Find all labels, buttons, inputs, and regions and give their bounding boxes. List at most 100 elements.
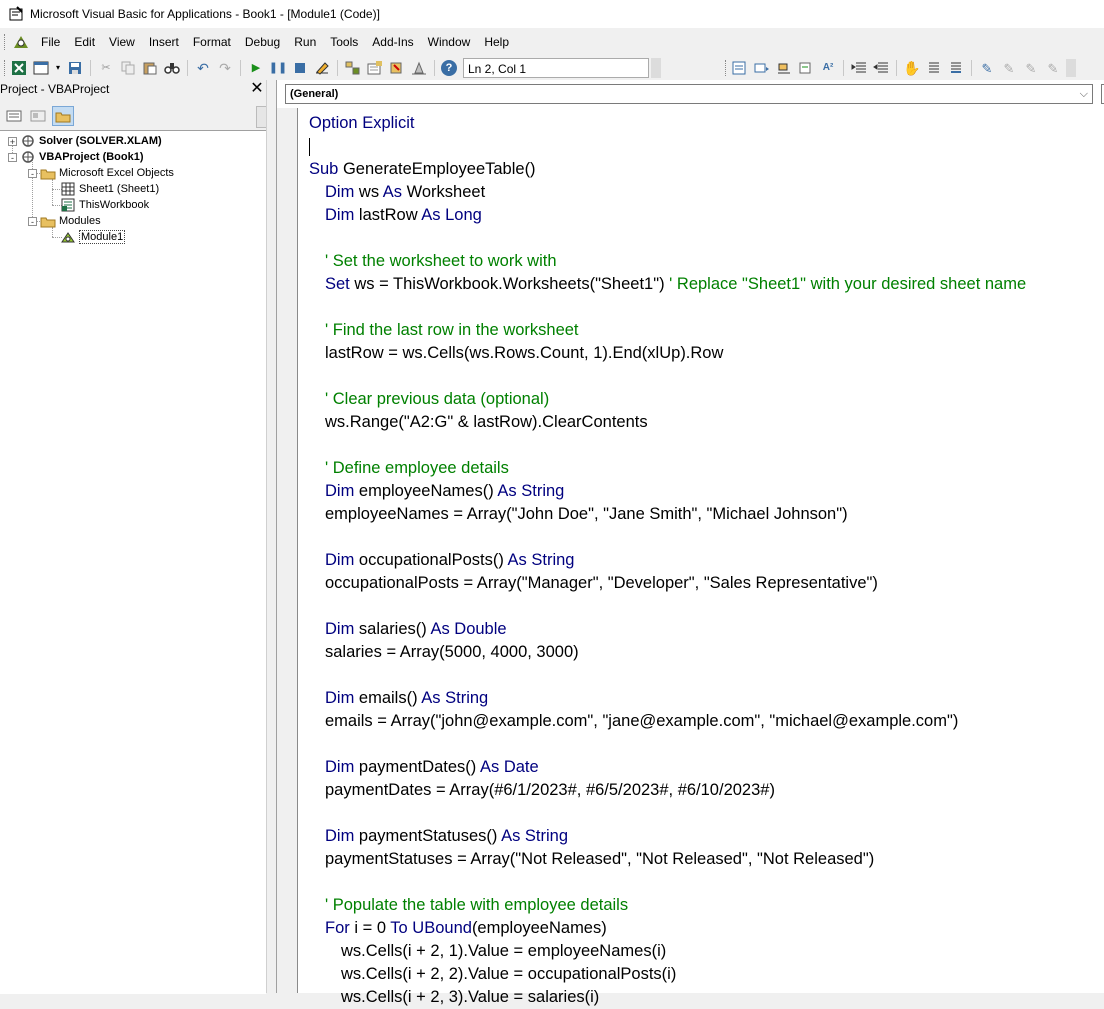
code-line[interactable]: ws.Range("A2:G" & lastRow).ClearContents: [309, 411, 1104, 434]
tree-expander[interactable]: +: [8, 137, 17, 147]
toggle-bookmark-icon[interactable]: ✎: [978, 60, 996, 76]
code-line[interactable]: [309, 871, 1104, 894]
code-line[interactable]: employeeNames = Array("John Doe", "Jane …: [309, 503, 1104, 526]
object-combo[interactable]: (General) ⌵: [285, 84, 1093, 104]
toolbar-overflow[interactable]: [651, 58, 661, 78]
list-properties-icon[interactable]: [731, 60, 749, 76]
clear-bookmarks-icon[interactable]: ✎: [1044, 60, 1062, 76]
code-line[interactable]: ws.Cells(i + 2, 3).Value = salaries(i): [309, 986, 1104, 1009]
menu-help[interactable]: Help: [477, 32, 516, 52]
code-line[interactable]: Dim salaries() As Double: [309, 618, 1104, 641]
cut-icon[interactable]: ✂: [97, 60, 115, 76]
pane-splitter[interactable]: [266, 80, 275, 993]
tree-node-sheet1[interactable]: Sheet1 (Sheet1): [60, 181, 159, 197]
copy-icon[interactable]: [119, 60, 137, 76]
menu-insert[interactable]: Insert: [142, 32, 186, 52]
code-line[interactable]: salaries = Array(5000, 4000, 3000): [309, 641, 1104, 664]
tree-expander[interactable]: -: [28, 169, 37, 179]
vba-menu-icon[interactable]: [12, 34, 30, 50]
code-line[interactable]: Dim employeeNames() As String: [309, 480, 1104, 503]
code-line[interactable]: Dim paymentDates() As Date: [309, 756, 1104, 779]
tree-node-module1[interactable]: Module1: [60, 229, 126, 245]
code-line[interactable]: emails = Array("john@example.com", "jane…: [309, 710, 1104, 733]
code-line[interactable]: ws.Cells(i + 2, 2).Value = occupationalP…: [309, 963, 1104, 986]
paste-icon[interactable]: [141, 60, 159, 76]
menu-format[interactable]: Format: [186, 32, 238, 52]
parameter-info-icon[interactable]: [797, 60, 815, 76]
code-line[interactable]: Sub GenerateEmployeeTable(): [309, 158, 1104, 181]
menu-tools[interactable]: Tools: [323, 32, 365, 52]
menu-window[interactable]: Window: [421, 32, 478, 52]
tree-node-vbaproject[interactable]: VBAProject (Book1): [20, 149, 144, 165]
insert-dropdown-icon[interactable]: ▾: [54, 60, 62, 76]
undo-icon[interactable]: ↶: [194, 60, 212, 76]
code-line[interactable]: Option Explicit: [309, 112, 1104, 135]
code-line[interactable]: Set ws = ThisWorkbook.Worksheets("Sheet1…: [309, 273, 1104, 296]
complete-word-icon[interactable]: A²: [819, 60, 837, 76]
next-bookmark-icon[interactable]: ✎: [1000, 60, 1018, 76]
code-line[interactable]: [309, 733, 1104, 756]
save-icon[interactable]: [66, 60, 84, 76]
tree-node-thisworkbook[interactable]: ThisWorkbook: [60, 197, 149, 213]
code-line[interactable]: [309, 296, 1104, 319]
project-explorer-close-icon[interactable]: ✕: [248, 80, 266, 98]
menu-add-ins[interactable]: Add-Ins: [365, 32, 420, 52]
code-line[interactable]: [309, 595, 1104, 618]
code-line[interactable]: ' Find the last row in the worksheet: [309, 319, 1104, 342]
code-line[interactable]: ' Set the worksheet to work with: [309, 250, 1104, 273]
toolbox-icon[interactable]: [410, 60, 428, 76]
code-line[interactable]: Dim emails() As String: [309, 687, 1104, 710]
object-browser-icon[interactable]: [388, 60, 406, 76]
tree-node-excel-objects[interactable]: Microsoft Excel Objects: [40, 165, 174, 181]
menu-grip[interactable]: [4, 34, 8, 50]
outdent-icon[interactable]: [872, 60, 890, 76]
run-icon[interactable]: ▶: [247, 60, 265, 76]
code-line[interactable]: Dim paymentStatuses() As String: [309, 825, 1104, 848]
uncomment-block-icon[interactable]: [947, 60, 965, 76]
code-line[interactable]: ' Populate the table with employee detai…: [309, 894, 1104, 917]
menu-edit[interactable]: Edit: [67, 32, 102, 52]
tree-expander[interactable]: -: [28, 217, 37, 227]
code-editor[interactable]: Option Explicit Sub GenerateEmployeeTable…: [309, 112, 1104, 1009]
code-line[interactable]: For i = 0 To UBound(employeeNames): [309, 917, 1104, 940]
reset-icon[interactable]: [291, 60, 309, 76]
code-line[interactable]: Dim ws As Worksheet: [309, 181, 1104, 204]
view-code-icon[interactable]: [4, 107, 24, 125]
code-line[interactable]: [309, 135, 1104, 158]
quick-info-icon[interactable]: [775, 60, 793, 76]
margin-indicator-bar[interactable]: [277, 108, 298, 993]
code-line[interactable]: ' Clear previous data (optional): [309, 388, 1104, 411]
design-mode-icon[interactable]: [313, 60, 331, 76]
code-line[interactable]: paymentDates = Array(#6/1/2023#, #6/5/20…: [309, 779, 1104, 802]
code-line[interactable]: paymentStatuses = Array("Not Released", …: [309, 848, 1104, 871]
code-line[interactable]: Dim occupationalPosts() As String: [309, 549, 1104, 572]
code-line[interactable]: [309, 227, 1104, 250]
help-icon[interactable]: ?: [441, 60, 457, 76]
tree-node-solver[interactable]: Solver (SOLVER.XLAM): [20, 133, 162, 149]
break-icon[interactable]: ❚❚: [269, 60, 287, 76]
redo-icon[interactable]: ↷: [216, 60, 234, 76]
code-line[interactable]: ' Define employee details: [309, 457, 1104, 480]
menu-run[interactable]: Run: [287, 32, 323, 52]
code-line[interactable]: lastRow = ws.Cells(ws.Rows.Count, 1).End…: [309, 342, 1104, 365]
tree-node-modules[interactable]: Modules: [40, 213, 101, 229]
toggle-breakpoint-icon[interactable]: ✋: [903, 60, 921, 76]
edit-toolbar-grip[interactable]: [725, 60, 729, 76]
menu-file[interactable]: File: [34, 32, 67, 52]
toolbar-grip[interactable]: [4, 60, 8, 76]
indent-icon[interactable]: [850, 60, 868, 76]
code-line[interactable]: ws.Cells(i + 2, 1).Value = employeeNames…: [309, 940, 1104, 963]
code-line[interactable]: [309, 434, 1104, 457]
toggle-folders-icon[interactable]: [52, 106, 74, 126]
previous-bookmark-icon[interactable]: ✎: [1022, 60, 1040, 76]
list-constants-icon[interactable]: [753, 60, 771, 76]
tree-expander[interactable]: -: [8, 153, 17, 163]
code-line[interactable]: [309, 526, 1104, 549]
code-line[interactable]: [309, 664, 1104, 687]
menu-view[interactable]: View: [102, 32, 142, 52]
comment-block-icon[interactable]: [925, 60, 943, 76]
insert-userform-icon[interactable]: [32, 60, 50, 76]
code-line[interactable]: occupationalPosts = Array("Manager", "De…: [309, 572, 1104, 595]
menu-debug[interactable]: Debug: [238, 32, 287, 52]
find-icon[interactable]: [163, 60, 181, 76]
